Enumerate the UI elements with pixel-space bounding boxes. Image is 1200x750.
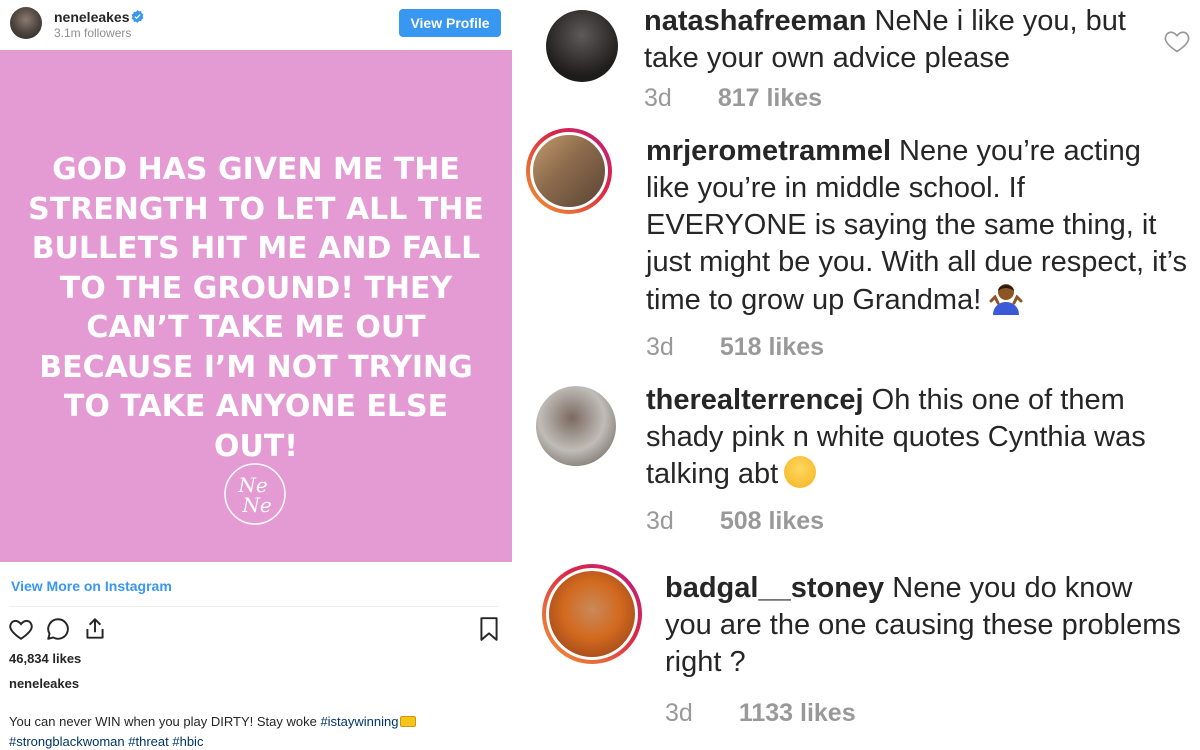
quote-line: BULLETS HIT ME AND FALL <box>31 231 481 266</box>
commenter-avatar[interactable] <box>526 128 612 214</box>
comment-text: mrjerometrammel Nene you’re acting like … <box>646 133 1191 319</box>
comment-likes[interactable]: 1133 likes <box>739 699 856 727</box>
comment-likes[interactable]: 518 likes <box>720 333 824 361</box>
caption-text: You can never WIN when you play DIRTY! S… <box>9 714 321 729</box>
post-username[interactable]: neneleakes <box>54 9 130 25</box>
comment-age: 3d <box>646 333 674 361</box>
svg-text:Ne: Ne <box>241 493 271 517</box>
quote-line: TO THE GROUND! THEY <box>59 270 453 306</box>
likes-count: 46,834 likes <box>9 651 82 666</box>
quote-text: GOD HAS GIVEN ME THE STRENGTH TO LET ALL… <box>20 150 492 466</box>
instagram-embed-post: neneleakes 3.1m followers View Profile G… <box>0 0 512 750</box>
comment-username[interactable]: mrjerometrammel <box>646 135 891 167</box>
hashtag-link[interactable]: #strongblackwoman <box>9 734 125 749</box>
profile-avatar[interactable] <box>10 7 42 39</box>
save-bookmark-icon[interactable] <box>476 616 502 642</box>
comment-username[interactable]: badgal__stoney <box>665 572 884 604</box>
crown-emoji-icon <box>400 716 417 727</box>
post-image[interactable]: GOD HAS GIVEN ME THE STRENGTH TO LET ALL… <box>0 50 512 562</box>
comment-meta: 3d 508 likes <box>646 507 824 536</box>
comment-likes[interactable]: 817 likes <box>718 84 822 112</box>
comment-meta: 3d 518 likes <box>646 333 824 362</box>
quote-line: BECAUSE I’M NOT TRYING <box>39 349 473 385</box>
divider <box>9 606 499 607</box>
quote-line: STRENGTH TO LET ALL THE <box>28 191 484 227</box>
comment-likes[interactable]: 508 likes <box>720 507 824 535</box>
comment-text: natashafreeman NeNe i like you, but take… <box>644 3 1144 77</box>
comment-bubble-icon[interactable] <box>45 616 71 642</box>
hashtag-link[interactable]: #istaywinning <box>320 714 398 729</box>
comment-age: 3d <box>665 699 693 727</box>
share-upload-icon[interactable] <box>82 616 108 642</box>
quote-line: GOD HAS GIVEN ME THE <box>52 152 460 187</box>
commenter-avatar[interactable] <box>536 386 616 466</box>
view-more-link[interactable]: View More on Instagram <box>11 578 172 594</box>
commenter-avatar[interactable] <box>546 10 618 82</box>
comment-screenshots: natashafreeman NeNe i like you, but take… <box>512 0 1200 750</box>
comment-age: 3d <box>646 507 674 535</box>
quote-line: TO TAKE ANYONE ELSE OUT! <box>63 389 449 464</box>
person-shrugging-emoji <box>989 284 1023 315</box>
comment-meta: 3d 817 likes <box>644 84 822 113</box>
comment-age: 3d <box>644 84 672 112</box>
comment-username[interactable]: natashafreeman <box>644 5 866 37</box>
view-profile-button[interactable]: View Profile <box>399 9 501 37</box>
comment-text: badgal__stoney Nene you do know you are … <box>665 570 1185 681</box>
post-caption: You can never WIN when you play DIRTY! S… <box>9 712 509 750</box>
comment-username[interactable]: therealterrencej <box>646 384 864 416</box>
comment-like-heart-icon[interactable] <box>1163 28 1191 54</box>
hashtag-link[interactable]: #hbic <box>172 734 203 749</box>
post-header: neneleakes 3.1m followers View Profile <box>0 0 512 50</box>
hashtag-link[interactable]: #threat <box>128 734 168 749</box>
quote-line: CAN’T TAKE ME OUT <box>86 310 426 345</box>
like-heart-icon[interactable] <box>8 616 34 642</box>
caption-username[interactable]: neneleakes <box>9 676 79 691</box>
comment-text: therealterrencej Oh this one of them sha… <box>646 382 1166 493</box>
commenter-avatar[interactable] <box>542 564 642 664</box>
verified-badge-icon <box>131 10 144 23</box>
nene-logo: Ne Ne <box>224 463 286 525</box>
follower-count: 3.1m followers <box>54 26 132 40</box>
weary-face-emoji <box>784 456 817 488</box>
comment-meta: 3d 1133 likes <box>665 699 856 728</box>
